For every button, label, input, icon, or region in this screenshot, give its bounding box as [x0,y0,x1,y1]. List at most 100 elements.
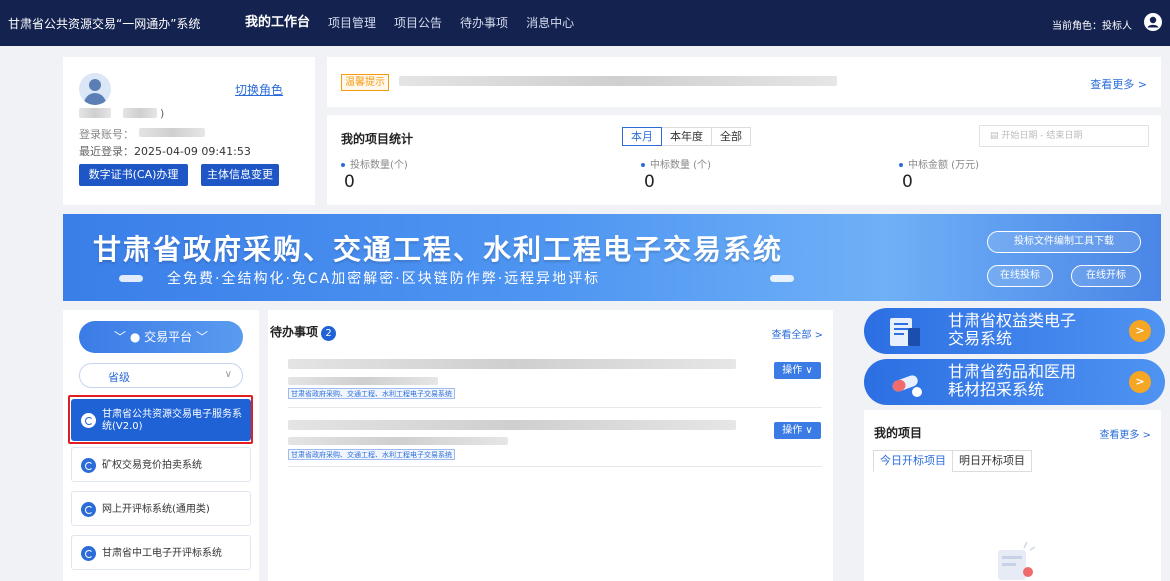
arrow-right-icon: > [1129,320,1151,342]
todo-system-tag: 甘肃省政府采购、交通工程、水利工程电子交易系统 [288,388,455,399]
todo-system-tag: 甘肃省政府采购、交通工程、水利工程电子交易系统 [288,449,455,460]
arrow-right-icon: > [1129,371,1151,393]
promo-label: 甘肃省权益类电子 交易系统 [948,312,1076,348]
promo-label-line2: 交易系统 [948,329,1013,348]
region-select[interactable]: 省级 ∨ [79,363,243,388]
todo-operate-button[interactable]: 操作 ∨ [774,362,821,379]
todo-title: 待办事项 2 [270,323,337,341]
promo-label: 甘肃省药品和医用 耗材招采系统 [948,363,1076,399]
system-link-icon [81,458,96,473]
current-role: 当前角色：投标人 [1052,21,1132,32]
stats-title: 我的项目统计 [341,132,414,146]
todo-view-all-link[interactable]: 查看全部 > [771,326,823,341]
nav-todo[interactable]: 待办事项 [451,0,517,46]
banner-decoration-left [119,275,143,282]
nav-workbench[interactable]: 我的工作台 [236,0,319,46]
redacted-account [139,128,205,137]
banner-decoration-right [770,275,794,282]
my-projects-title: 我的项目 [874,426,923,440]
trading-platform-card: ﹀ ● 交易平台 ﹀ 省级 ∨ 甘肃省公共资源交易电子服务系统(V2.0) 矿权… [63,310,259,581]
online-bid-button[interactable]: 在线投标 [987,265,1053,287]
my-projects-tabs: 今日开标项目 明日开标项目 [873,450,1032,472]
stat-win-amount-label: 中标金额 (万元) [899,156,979,171]
last-login-label: 最近登录： [79,145,134,158]
download-tool-button[interactable]: 投标文件编制工具下载 [987,231,1141,253]
nav-project-announcement[interactable]: 项目公告 [385,0,451,46]
login-account-label: 登录账号： [79,128,134,141]
redacted-todo-sub-2 [288,437,508,445]
promo-equity-trading-system[interactable]: 甘肃省权益类电子 交易系统 > [864,308,1165,354]
banner-title: 甘肃省政府采购、交通工程、水利工程电子交易系统 [93,233,784,266]
ca-certificate-button[interactable]: 数字证书(CA)办理 [79,164,188,186]
profile-card: 切换角色 ) 登录账号： 最近登录：2025-04-09 09:41:53 数字… [63,57,315,205]
stat-bid-count-value: 0 [344,172,355,192]
region-select-value: 省级 [108,371,130,384]
stat-bid-count-label: 投标数量(个) [341,156,408,171]
platform-header: ﹀ ● 交易平台 ﹀ [79,321,243,353]
stat-win-count-label: 中标数量 (个) [641,156,711,171]
tab-this-year[interactable]: 本年度 [661,127,712,146]
tab-tomorrow-opening[interactable]: 明日开标项目 [952,450,1032,472]
my-projects-card: 我的项目 查看更多 > 今日开标项目 明日开标项目 [864,410,1161,581]
todo-divider [288,407,822,408]
stat-win-count-value: 0 [644,172,655,192]
todo-title-text: 待办事项 [270,325,319,339]
stat-win-count: 中标数量 (个) 0 [641,156,711,192]
promo-medical-procurement-system[interactable]: 甘肃省药品和医用 耗材招采系统 > [864,359,1165,405]
system-item-zhonggong-bid-evaluation[interactable]: 甘肃省中工电子开评标系统 [71,535,251,570]
wing-decoration-icon-right: ﹀ [192,330,208,344]
todo-count-badge: 2 [321,326,337,341]
stat-bid-count: 投标数量(个) 0 [341,156,408,192]
redacted-todo-title-2 [288,420,736,430]
system-link-icon [81,502,96,517]
todo-operate-button[interactable]: 操作 ∨ [774,422,821,439]
avatar [79,73,111,105]
my-projects-more-link[interactable]: 查看更多 > [1099,426,1151,441]
nav-project-management[interactable]: 项目管理 [319,0,385,46]
entity-info-change-button[interactable]: 主体信息变更 [201,164,279,186]
last-login: 最近登录：2025-04-09 09:41:53 [79,143,251,159]
todo-card: 待办事项 2 查看全部 > 操作 ∨ 甘肃省政府采购、交通工程、水利工程电子交易系… [268,310,833,581]
online-opening-button[interactable]: 在线开标 [1071,265,1141,287]
date-range-placeholder: 开始日期 - 结束日期 [1001,131,1083,141]
notice-tag: 温馨提示 [341,74,389,91]
system-item-label: 矿权交易竞价拍卖系统 [102,460,202,471]
date-range-picker[interactable]: ▤ 开始日期 - 结束日期 [979,125,1149,147]
system-item-label: 甘肃省中工电子开评标系统 [102,548,222,559]
nav-message-center[interactable]: 消息中心 [517,0,583,46]
redacted-todo-title-1 [288,359,736,369]
system-banner: 甘肃省政府采购、交通工程、水利工程电子交易系统 全免费·全结构化·免CA加密解密… [63,214,1161,301]
pill-medicine-icon [892,375,922,397]
redacted-todo-sub-1 [288,377,438,385]
promo-label-line1: 甘肃省权益类电子 [948,311,1077,330]
system-item-online-bid-evaluation[interactable]: 网上开评标系统(通用类) [71,491,251,526]
tab-this-month[interactable]: 本月 [622,127,662,146]
top-nav-bar: 甘肃省公共资源交易“一网通办”系统 我的工作台 项目管理 项目公告 待办事项 消… [0,0,1170,46]
user-icon[interactable] [1144,13,1162,31]
tab-today-opening[interactable]: 今日开标项目 [873,450,953,472]
project-stats-card: 我的项目统计 本月 本年度 全部 ▤ 开始日期 - 结束日期 投标数量(个) 0… [327,115,1161,205]
system-item-mining-auction[interactable]: 矿权交易竞价拍卖系统 [71,447,251,482]
system-link-icon [81,413,96,428]
redacted-notice-text [399,76,837,86]
system-item-public-resource-v2[interactable]: 甘肃省公共资源交易电子服务系统(V2.0) [71,399,251,441]
banner-subtitle: 全免费·全结构化·免CA加密解密·区块链防作弊·远程异地评标 [167,271,601,287]
tab-all[interactable]: 全部 [711,127,751,146]
switch-role-link[interactable]: 切换角色 [235,81,283,98]
notice-card: 温馨提示 查看更多 > [327,57,1161,107]
wing-decoration-icon: ﹀ ● [114,330,145,344]
system-link-icon [81,546,96,561]
calendar-icon: ▤ [990,131,1002,141]
notice-more-link[interactable]: 查看更多 > [1090,76,1147,92]
stat-win-amount: 中标金额 (万元) 0 [899,156,979,192]
system-item-label: 网上开评标系统(通用类) [102,504,210,515]
promo-label-line1: 甘肃省药品和医用 [948,362,1077,381]
last-login-value: 2025-04-09 09:41:53 [134,145,251,158]
platform-title: 交易平台 [144,330,193,344]
todo-divider [288,466,822,467]
redacted-username-2 [123,108,157,118]
chevron-down-icon: ∨ [224,369,232,380]
system-title: 甘肃省公共资源交易“一网通办”系统 [8,17,201,31]
stat-win-amount-value: 0 [902,172,913,192]
system-item-label: 甘肃省公共资源交易电子服务系统(V2.0) [102,409,242,432]
